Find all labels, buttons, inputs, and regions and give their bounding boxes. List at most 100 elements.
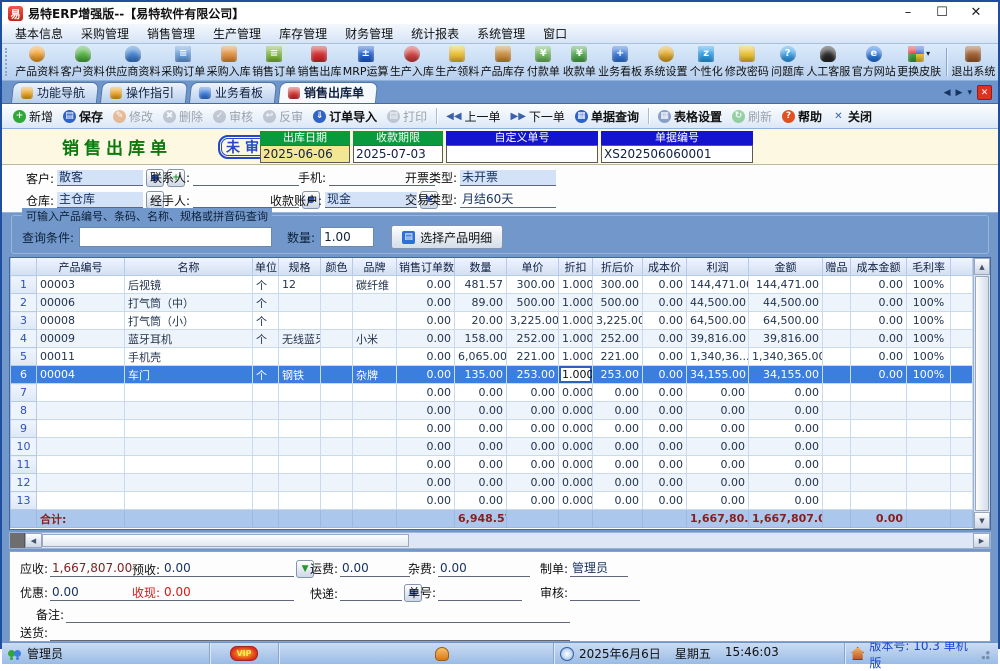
table-row-5[interactable]: 500011手机壳0.006,065.00221.001.000221.000.…	[11, 348, 973, 366]
cash-input[interactable]: 0.00	[162, 585, 294, 601]
menu-item-4[interactable]: 库存管理	[270, 25, 336, 43]
express-input[interactable]	[340, 585, 402, 601]
action-edit[interactable]: ✎修改	[108, 108, 158, 125]
table-row-4[interactable]: 400009蓝牙耳机个无线蓝牙小米0.00158.00252.001.00025…	[11, 330, 973, 348]
column-header-13[interactable]: 利润	[687, 258, 749, 276]
column-header-17[interactable]: 毛利率	[907, 258, 951, 276]
table-row-11[interactable]: 110.000.000.000.0000.000.000.000.00	[11, 456, 973, 474]
invoice-type-input[interactable]: 未开票	[460, 170, 556, 186]
toolbar-production-in[interactable]: 生产入库	[389, 45, 434, 80]
warehouse-input[interactable]: 主仓库	[57, 192, 143, 208]
column-header-16[interactable]: 成本金额	[851, 258, 907, 276]
column-header-4[interactable]: 规格	[279, 258, 321, 276]
toolbar-dashboard[interactable]: +业务看板	[597, 45, 642, 80]
table-row-12[interactable]: 120.000.000.000.0000.000.000.000.00	[11, 474, 973, 492]
scroll-down-icon[interactable]: ▼	[974, 512, 990, 529]
close-button[interactable]: ✕	[966, 4, 986, 22]
action-save[interactable]: ▤保存	[58, 108, 108, 125]
action-audit[interactable]: ✓审核	[208, 108, 258, 125]
tracking-no-input[interactable]	[438, 585, 522, 601]
column-header-9[interactable]: 单价	[507, 258, 559, 276]
toolbar-issue-library[interactable]: ?问题库	[770, 45, 806, 80]
horizontal-scrollbar[interactable]: ◀ ▶	[9, 532, 991, 549]
table-row-1[interactable]: 100003后视镜个12碳纤维0.00481.57300.001.000300.…	[11, 276, 973, 294]
toolbar-sales-out[interactable]: 销售出库	[297, 45, 342, 80]
column-header-0[interactable]	[11, 258, 37, 276]
table-row-3[interactable]: 300008打气筒（小）个0.0020.003,225.001.0003,225…	[11, 312, 973, 330]
doc-field-value-0[interactable]: 2025-06-06	[260, 145, 350, 163]
resize-grip[interactable]	[979, 648, 990, 660]
table-row-7[interactable]: 70.000.000.000.0000.000.000.000.00	[11, 384, 973, 402]
tab-list-icon[interactable]: ▾	[967, 88, 972, 98]
scroll-left-icon[interactable]: ◀	[25, 533, 42, 548]
query-condition-input[interactable]	[79, 227, 272, 247]
toolbar-website[interactable]: e官方网站	[851, 45, 896, 80]
table-row-10[interactable]: 100.000.000.000.0000.000.000.000.00	[11, 438, 973, 456]
toolbar-exit-system[interactable]: 退出系统	[951, 45, 996, 80]
action-unaudit[interactable]: ↩反审	[258, 108, 308, 125]
action-help[interactable]: ?帮助	[777, 108, 827, 125]
toolbar-grip[interactable]	[5, 48, 11, 76]
tab-scroll-right-icon[interactable]: ▶	[956, 88, 963, 98]
tab-scroll-left-icon[interactable]: ◀	[944, 88, 951, 98]
toolbar-supplier-info[interactable]: 供应商资料	[105, 45, 160, 80]
action-delete[interactable]: ✖删除	[158, 108, 208, 125]
vertical-scroll-thumb[interactable]	[975, 276, 989, 511]
action-order-import[interactable]: ⇓订单导入	[308, 108, 382, 125]
table-row-13[interactable]: 130.000.000.000.0000.000.000.000.00	[11, 492, 973, 510]
horizontal-scroll-thumb[interactable]	[42, 534, 409, 547]
scroll-right-icon[interactable]: ▶	[973, 533, 990, 548]
column-header-7[interactable]: 销售订单数量	[397, 258, 455, 276]
toolbar-receipt-doc[interactable]: ¥收款单	[561, 45, 597, 80]
column-header-14[interactable]: 金额	[749, 258, 823, 276]
payment-account-input[interactable]: 现金	[325, 192, 417, 208]
column-header-10[interactable]: 折扣	[559, 258, 593, 276]
menu-item-2[interactable]: 销售管理	[138, 25, 204, 43]
menu-item-0[interactable]: 基本信息	[6, 25, 72, 43]
maximize-button[interactable]: ☐	[932, 4, 952, 22]
freight-input[interactable]: 0.00	[340, 561, 410, 577]
doc-field-value-1[interactable]: 2025-07-03	[353, 145, 443, 163]
table-row-8[interactable]: 80.000.000.000.0000.000.000.000.00	[11, 402, 973, 420]
action-prev-doc[interactable]: ◀◀上一单	[441, 108, 505, 125]
action-doc-query[interactable]: ▦单据查询	[570, 108, 644, 125]
delivery-input[interactable]	[50, 625, 570, 641]
tab-close-icon[interactable]: ✕	[977, 85, 992, 100]
column-header-6[interactable]: 品牌	[353, 258, 397, 276]
column-header-8[interactable]: 数量	[455, 258, 507, 276]
tab-business-board[interactable]: 业务看板	[189, 82, 277, 103]
column-header-18[interactable]	[951, 258, 973, 276]
toolbar-product-stock[interactable]: 产品库存	[480, 45, 525, 80]
menu-item-3[interactable]: 生产管理	[204, 25, 270, 43]
trade-type-input[interactable]: 月结60天	[460, 192, 556, 208]
action-grid-settings[interactable]: ▦表格设置	[653, 108, 727, 125]
toolbar-purchase-in[interactable]: 采购入库	[206, 45, 251, 80]
toolbar-system-settings[interactable]: 系统设置	[643, 45, 688, 80]
column-header-11[interactable]: 折后价	[593, 258, 643, 276]
toolbar-change-skin[interactable]: ▾更换皮肤	[896, 45, 941, 80]
scroll-up-icon[interactable]: ▲	[974, 258, 990, 275]
tab-function-nav[interactable]: 功能导航	[11, 82, 99, 103]
remark-input[interactable]	[66, 607, 570, 623]
toolbar-payment-doc[interactable]: ¥付款单	[525, 45, 561, 80]
prepaid-input[interactable]: 0.00	[162, 561, 294, 577]
tab-sales-out-doc[interactable]: 销售出库单	[278, 82, 378, 103]
action-refresh[interactable]: ↻刷新	[727, 108, 777, 125]
toolbar-personalize[interactable]: z个性化	[688, 45, 724, 80]
column-header-15[interactable]: 赠品	[823, 258, 851, 276]
toolbar-mrp[interactable]: ±MRP运算	[342, 45, 389, 80]
menu-item-6[interactable]: 统计报表	[402, 25, 468, 43]
menu-item-7[interactable]: 系统管理	[468, 25, 534, 43]
column-header-2[interactable]: 名称	[125, 258, 253, 276]
toolbar-customer-info[interactable]: 客户资料	[60, 45, 105, 80]
column-header-3[interactable]: 单位	[253, 258, 279, 276]
toolbar-production-material[interactable]: 生产领料	[435, 45, 480, 80]
misc-fee-input[interactable]: 0.00	[438, 561, 530, 577]
toolbar-change-password[interactable]: 修改密码	[724, 45, 769, 80]
tab-operation-guide[interactable]: 操作指引	[100, 82, 188, 103]
qty-input[interactable]: 1.00	[320, 227, 374, 247]
menu-item-5[interactable]: 财务管理	[336, 25, 402, 43]
action-print[interactable]: ▤打印	[382, 108, 432, 125]
horizontal-scroll-track[interactable]	[409, 533, 973, 548]
toolbar-product-info[interactable]: 产品资料	[14, 45, 59, 80]
